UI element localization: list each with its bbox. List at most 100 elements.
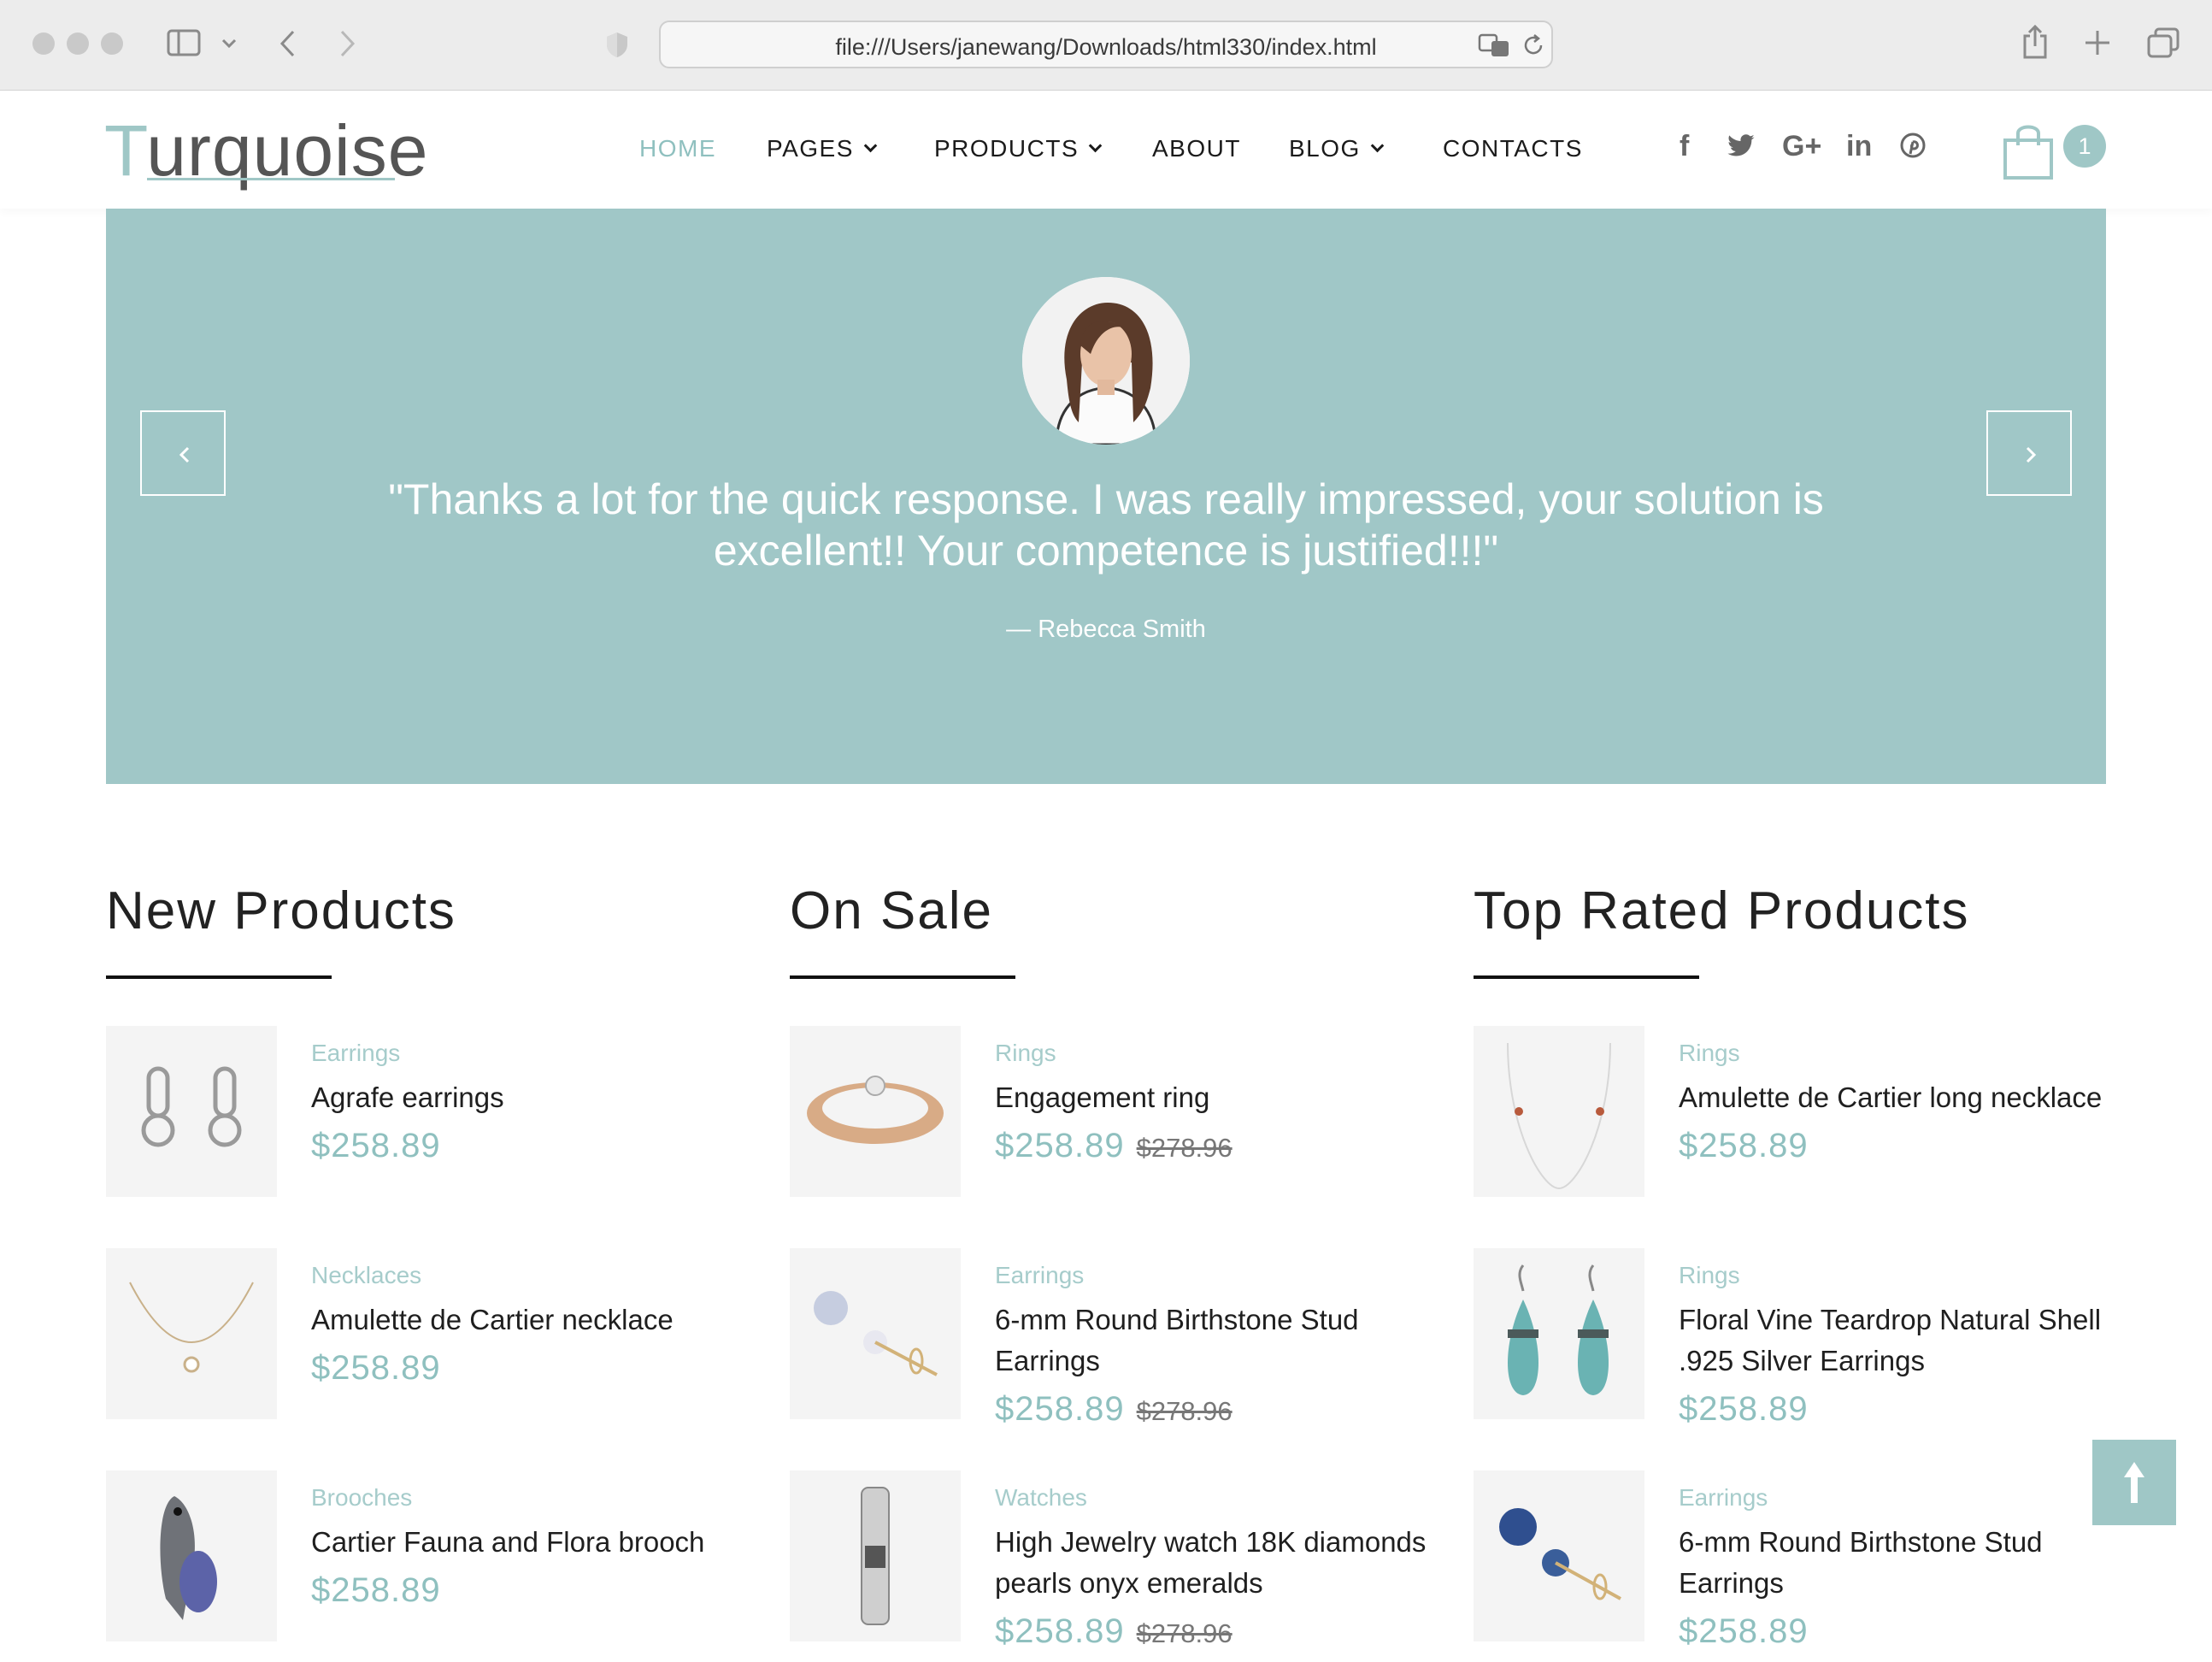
price-current: $258.89 bbox=[1679, 1612, 1809, 1650]
share-icon[interactable] bbox=[2022, 24, 2048, 60]
product-name[interactable]: 6-mm Round Birthstone Stud Earrings bbox=[1679, 1522, 2123, 1604]
back-to-top-button[interactable] bbox=[2092, 1440, 2176, 1525]
new-tab-icon[interactable] bbox=[2084, 29, 2111, 56]
product-image-teardrop-earrings[interactable] bbox=[1474, 1248, 1644, 1419]
url-text: file:///Users/janewang/Downloads/html330… bbox=[835, 34, 1377, 60]
product-image-jewelry-watch[interactable] bbox=[790, 1470, 961, 1641]
logo-initial: T bbox=[104, 110, 147, 191]
product-image-birthstone-studs[interactable] bbox=[790, 1248, 961, 1419]
chevron-left-icon bbox=[179, 446, 190, 463]
product-name[interactable]: Amulette de Cartier necklace bbox=[311, 1300, 756, 1341]
address-bar[interactable]: file:///Users/janewang/Downloads/html330… bbox=[659, 21, 1553, 68]
product-image-birthstone-studs-blue[interactable] bbox=[1474, 1470, 1644, 1641]
on-sale-section: On Sale Rings Engagement ring $258.89 $27… bbox=[790, 881, 1456, 1650]
linkedin-icon[interactable]: in bbox=[1846, 130, 1872, 163]
shopping-bag-icon[interactable] bbox=[2002, 120, 2055, 181]
chevron-down-icon[interactable] bbox=[221, 38, 238, 50]
product-card[interactable]: Rings Amulette de Cartier long necklace … bbox=[1474, 1026, 2140, 1197]
product-price: $258.89 $278.96 bbox=[995, 1612, 1232, 1651]
product-category[interactable]: Earrings bbox=[1679, 1484, 1768, 1512]
nav-contacts[interactable]: CONTACTS bbox=[1443, 135, 1583, 162]
product-category[interactable]: Brooches bbox=[311, 1484, 412, 1512]
product-name[interactable]: 6-mm Round Birthstone Stud Earrings bbox=[995, 1300, 1439, 1382]
back-icon[interactable] bbox=[278, 29, 298, 58]
section-title: On Sale bbox=[790, 881, 994, 940]
section-underline bbox=[1474, 975, 1699, 979]
nav-pages-label: PAGES bbox=[767, 135, 854, 162]
product-card[interactable]: Rings Floral Vine Teardrop Natural Shell… bbox=[1474, 1248, 2140, 1428]
product-image-fauna-flora-brooch[interactable] bbox=[106, 1470, 277, 1641]
slider-prev-button[interactable] bbox=[140, 410, 226, 496]
new-products-section: New Products Earrings Agrafe earrings $2… bbox=[106, 881, 773, 1641]
forward-icon[interactable] bbox=[337, 29, 357, 58]
reload-icon[interactable] bbox=[1521, 32, 1546, 58]
nav-home[interactable]: HOME bbox=[639, 135, 716, 162]
product-category[interactable]: Earrings bbox=[995, 1262, 1084, 1289]
section-underline bbox=[106, 975, 332, 979]
product-card[interactable]: Rings Engagement ring $258.89 $278.96 bbox=[790, 1026, 1456, 1197]
product-image-engagement-ring[interactable] bbox=[790, 1026, 961, 1197]
product-name[interactable]: Engagement ring bbox=[995, 1077, 1439, 1118]
product-card[interactable]: Earrings 6-mm Round Birthstone Stud Earr… bbox=[1474, 1470, 2140, 1650]
product-card[interactable]: Watches High Jewelry watch 18K diamonds … bbox=[790, 1470, 1456, 1650]
product-card[interactable]: Brooches Cartier Fauna and Flora brooch … bbox=[106, 1470, 773, 1641]
tab-overview-icon[interactable] bbox=[2147, 27, 2180, 58]
product-category[interactable]: Rings bbox=[1679, 1040, 1740, 1067]
product-price: $258.89 $278.96 bbox=[995, 1127, 1232, 1165]
product-category[interactable]: Rings bbox=[995, 1040, 1056, 1067]
product-card[interactable]: Earrings Agrafe earrings $258.89 bbox=[106, 1026, 773, 1197]
product-price: $258.89 bbox=[1679, 1612, 1809, 1651]
product-category[interactable]: Earrings bbox=[311, 1040, 400, 1067]
price-current: $258.89 bbox=[1679, 1390, 1809, 1428]
product-price: $258.89 bbox=[311, 1349, 441, 1388]
product-card[interactable]: Earrings 6-mm Round Birthstone Stud Earr… bbox=[790, 1248, 1456, 1428]
google-plus-icon[interactable]: G+ bbox=[1782, 130, 1821, 163]
section-underline bbox=[790, 975, 1015, 979]
product-name[interactable]: Amulette de Cartier long necklace bbox=[1679, 1077, 2123, 1118]
zoom-window-button[interactable] bbox=[101, 32, 123, 55]
slider-next-button[interactable] bbox=[1986, 410, 2072, 496]
product-category[interactable]: Necklaces bbox=[311, 1262, 421, 1289]
product-image-long-necklace[interactable] bbox=[1474, 1026, 1644, 1197]
nav-home-label: HOME bbox=[639, 135, 716, 162]
top-rated-section: Top Rated Products Rings Amulette de Car… bbox=[1474, 881, 2140, 1650]
cart-count-badge[interactable]: 1 bbox=[2063, 125, 2106, 168]
product-name[interactable]: Floral Vine Teardrop Natural Shell .925 … bbox=[1679, 1300, 2123, 1382]
product-price: $258.89 bbox=[1679, 1127, 1809, 1165]
nav-pages[interactable]: PAGES bbox=[767, 135, 878, 162]
nav-about[interactable]: ABOUT bbox=[1152, 135, 1241, 162]
price-current: $258.89 bbox=[995, 1612, 1125, 1650]
twitter-icon[interactable] bbox=[1727, 133, 1756, 166]
product-name[interactable]: High Jewelry watch 18K diamonds pearls o… bbox=[995, 1522, 1439, 1604]
testimonial-slider: "Thanks a lot for the quick response. I … bbox=[106, 209, 2106, 784]
product-image-agrafe-earrings[interactable] bbox=[106, 1026, 277, 1197]
nav-products[interactable]: PRODUCTS bbox=[934, 135, 1103, 162]
product-price: $258.89 $278.96 bbox=[995, 1390, 1232, 1429]
translate-icon[interactable] bbox=[1478, 32, 1512, 58]
price-current: $258.89 bbox=[311, 1127, 441, 1164]
minimize-window-button[interactable] bbox=[67, 32, 89, 55]
product-category[interactable]: Watches bbox=[995, 1484, 1087, 1512]
product-name[interactable]: Cartier Fauna and Flora brooch bbox=[311, 1522, 756, 1563]
product-name[interactable]: Agrafe earrings bbox=[311, 1077, 756, 1118]
product-category[interactable]: Rings bbox=[1679, 1262, 1740, 1289]
product-image-amulette-necklace[interactable] bbox=[106, 1248, 277, 1419]
price-current: $258.89 bbox=[1679, 1127, 1809, 1164]
nav-about-label: ABOUT bbox=[1152, 135, 1241, 162]
chevron-down-icon bbox=[1370, 138, 1385, 153]
price-current: $258.89 bbox=[311, 1349, 441, 1387]
pinterest-icon[interactable] bbox=[1899, 132, 1927, 167]
testimonial-avatar bbox=[1022, 277, 1190, 445]
section-title: New Products bbox=[106, 881, 456, 940]
chevron-down-icon bbox=[1088, 138, 1103, 153]
facebook-icon[interactable]: f bbox=[1680, 130, 1689, 163]
arrow-up-icon bbox=[2124, 1462, 2144, 1503]
nav-blog[interactable]: BLOG bbox=[1289, 135, 1385, 162]
close-window-button[interactable] bbox=[32, 32, 55, 55]
privacy-shield-icon[interactable] bbox=[605, 31, 629, 58]
product-price: $258.89 bbox=[311, 1127, 441, 1165]
nav-products-label: PRODUCTS bbox=[934, 135, 1080, 162]
product-card[interactable]: Necklaces Amulette de Cartier necklace $… bbox=[106, 1248, 773, 1419]
price-current: $258.89 bbox=[995, 1390, 1125, 1428]
sidebar-toggle-icon[interactable] bbox=[167, 29, 201, 58]
